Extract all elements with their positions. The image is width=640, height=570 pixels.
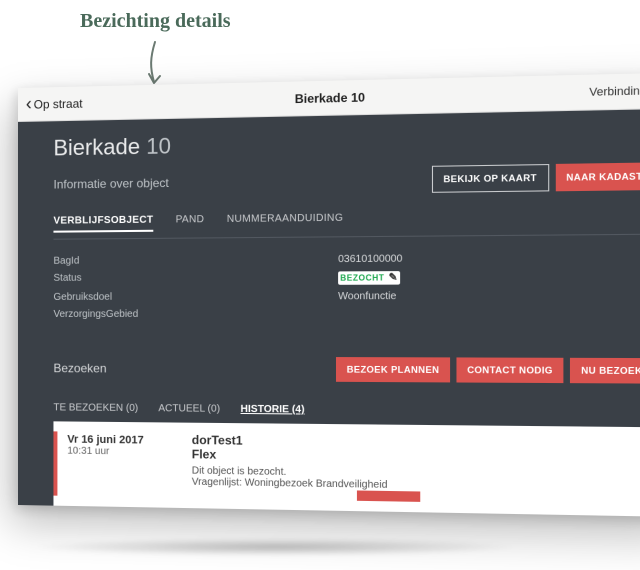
status-badge-text: BEZOCHT xyxy=(340,273,384,283)
object-heading: Bierkade 10 xyxy=(53,124,640,162)
value-status: BEZOCHT ✎ xyxy=(338,270,640,285)
label-verzorgingsgebied: VerzorgingsGebied xyxy=(53,309,338,320)
value-verzorgingsgebied xyxy=(338,308,640,320)
visits-heading: Bezoeken xyxy=(53,361,106,375)
content-dark: Bierkade 10 Informatie over object BEKIJ… xyxy=(18,109,640,518)
label-gebruiksdoel: Gebruiksdoel xyxy=(53,291,338,303)
view-on-map-button[interactable]: BEKIJK OP KAART xyxy=(432,164,549,193)
visit-line-2: Vragenlijst: Woningbezoek Brandveilighei… xyxy=(192,477,420,492)
object-number: 10 xyxy=(146,133,171,159)
label-status: Status xyxy=(53,271,338,285)
visit-title-2: Flex xyxy=(192,447,420,464)
tab-te-bezoeken[interactable]: TE BEZOEKEN (0) xyxy=(53,402,138,414)
property-grid: BagId 03610100000 Status BEZOCHT ✎ Gebru… xyxy=(53,252,640,320)
tab-nummeraanduiding[interactable]: NUMMERAANDUIDING xyxy=(227,213,343,232)
label-bagid: BagId xyxy=(53,254,338,267)
visit-date-block: Vr 16 juni 2017 10:31 uur xyxy=(53,431,163,497)
value-gebruiksdoel: Woonfunctie xyxy=(338,290,640,302)
pencil-icon: ✎ xyxy=(389,272,398,283)
visit-title-1: dorTest1 xyxy=(192,433,420,450)
visit-time: 10:31 uur xyxy=(67,446,163,458)
app-window: ‹ Op straat Bierkade 10 Verbinding actie… xyxy=(18,72,640,517)
annotation-arrow-icon xyxy=(140,40,170,90)
visit-accent-bar xyxy=(357,490,420,501)
visits-header-row: Bezoeken BEZOEK PLANNEN CONTACT NODIG NU… xyxy=(53,346,640,396)
page-title: Bierkade 10 xyxy=(83,85,590,110)
object-street: Bierkade xyxy=(53,134,140,161)
tab-actueel[interactable]: ACTUEEL (0) xyxy=(158,403,220,415)
to-kadaster-button[interactable]: NAAR KADASTER xyxy=(555,162,640,191)
back-button[interactable]: ‹ Op straat xyxy=(26,94,83,113)
chevron-left-icon: ‹ xyxy=(26,94,32,112)
object-tabs: VERBLIJFSOBJECT PAND NUMMERAANDUIDING xyxy=(53,209,640,240)
object-subtitle: Informatie over object xyxy=(53,176,168,192)
visit-card[interactable]: Vr 16 juni 2017 10:31 uur dorTest1 Flex … xyxy=(53,421,640,517)
visit-body: dorTest1 Flex Dit object is bezocht. Vra… xyxy=(192,433,420,502)
tab-verblijfsobject[interactable]: VERBLIJFSOBJECT xyxy=(53,215,153,233)
value-bagid: 03610100000 xyxy=(338,252,640,266)
visit-now-button[interactable]: NU BEZOEKEN xyxy=(570,358,640,384)
tab-historie[interactable]: HISTORIE (4) xyxy=(241,404,305,416)
connection-status: Verbinding actief xyxy=(589,84,640,99)
annotation-label: Bezichting details xyxy=(80,10,231,33)
plan-visit-button[interactable]: BEZOEK PLANNEN xyxy=(336,357,450,382)
contact-needed-button[interactable]: CONTACT NODIG xyxy=(456,357,563,383)
back-label: Op straat xyxy=(34,96,83,111)
tab-pand[interactable]: PAND xyxy=(176,214,205,232)
status-badge[interactable]: BEZOCHT ✎ xyxy=(338,271,400,285)
